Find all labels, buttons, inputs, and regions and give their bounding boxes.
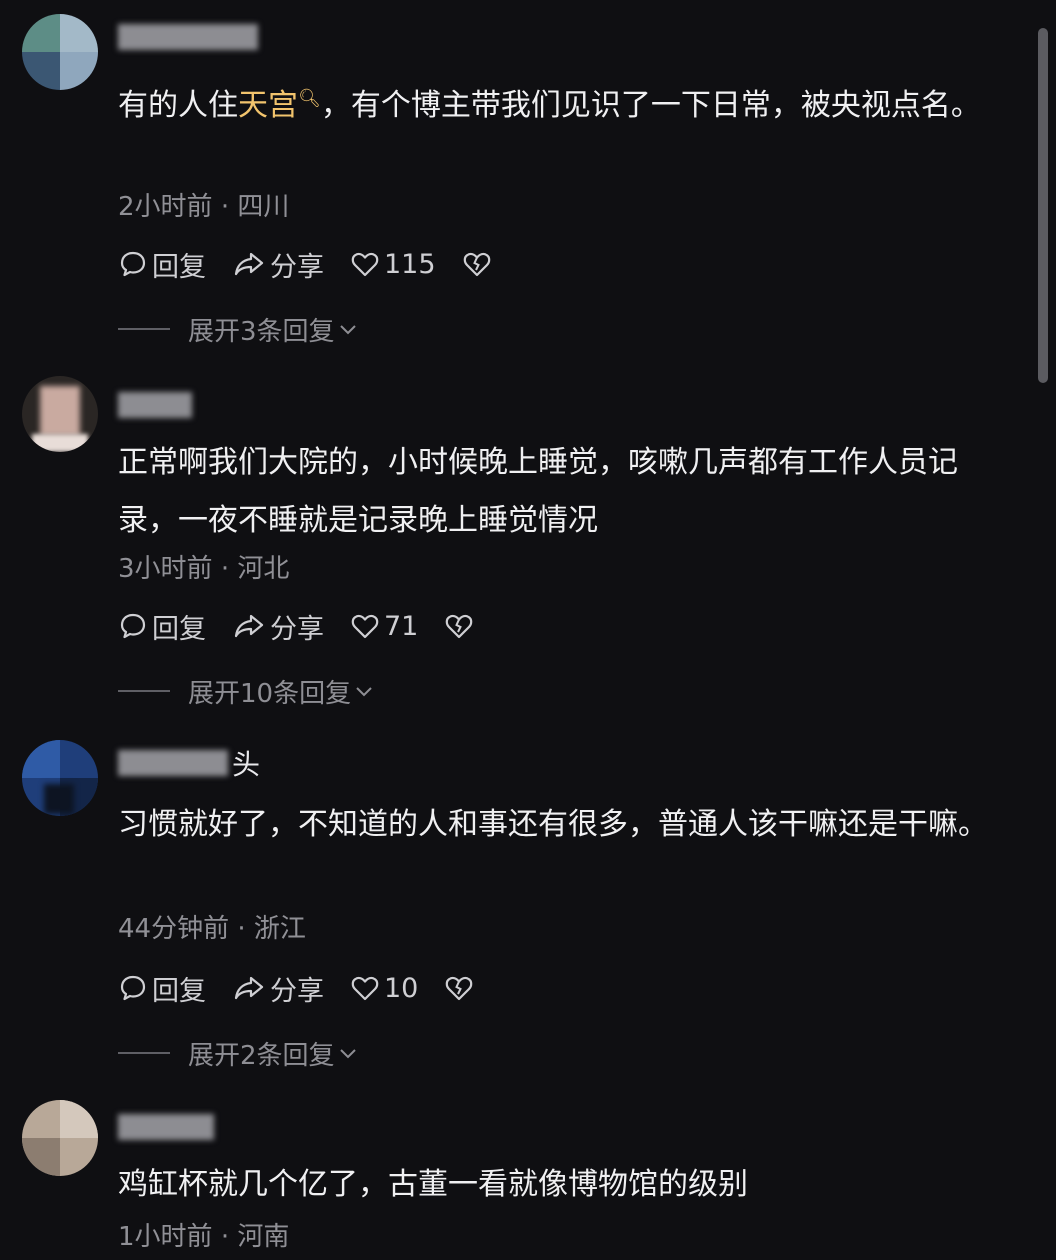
heart-icon	[351, 976, 379, 1001]
comment-meta: 3小时前 · 河北	[118, 548, 289, 585]
username[interactable]	[118, 20, 258, 54]
share-arrow-icon	[234, 976, 264, 1000]
comment-time: 44分钟前	[118, 914, 230, 944]
expand-replies[interactable]: 展开10条回复	[118, 674, 375, 709]
divider-line	[118, 328, 170, 330]
like-button[interactable]: 10	[350, 973, 418, 1004]
like-count: 115	[384, 248, 436, 280]
comment-time: 1小时前	[118, 1222, 213, 1252]
share-arrow-icon	[234, 252, 264, 276]
avatar[interactable]	[22, 14, 98, 90]
username[interactable]	[118, 388, 192, 422]
comment-bubble-icon	[120, 975, 146, 1001]
like-button[interactable]: 115	[350, 249, 436, 280]
username[interactable]	[118, 1110, 214, 1144]
chevron-down-icon	[339, 1049, 356, 1059]
heart-icon	[351, 614, 379, 639]
username-blurred	[118, 750, 228, 776]
comment-bubble-icon	[120, 251, 146, 277]
comment-actions: 回复 分享 115	[118, 244, 522, 284]
avatar[interactable]	[22, 376, 98, 452]
comment-time: 2小时前	[118, 192, 213, 222]
like-count: 10	[384, 972, 419, 1004]
comment-time: 3小时前	[118, 554, 213, 584]
meta-separator: ·	[220, 554, 230, 584]
meta-separator: ·	[220, 192, 230, 222]
broken-heart-icon	[463, 252, 490, 277]
username-visible-part: 头	[232, 748, 261, 781]
like-count: 71	[384, 610, 419, 642]
broken-heart-icon	[446, 614, 473, 639]
username-blurred	[118, 392, 192, 418]
broken-heart-icon	[446, 976, 473, 1001]
reply-button[interactable]: 回复	[118, 607, 206, 646]
chevron-down-icon	[356, 687, 372, 697]
share-button[interactable]: 分享	[232, 245, 324, 284]
reply-button[interactable]: 回复	[118, 245, 206, 284]
comment-meta: 2小时前 · 四川	[118, 186, 289, 223]
comment-actions: 回复 分享 71	[118, 606, 504, 646]
dislike-button[interactable]	[444, 973, 478, 1003]
like-button[interactable]: 71	[350, 611, 418, 642]
scrollbar[interactable]	[1038, 28, 1048, 383]
heart-icon	[351, 252, 379, 277]
comment-text: 有的人住天宫🔍︎，有个博主带我们见识了一下日常，被央视点名。	[118, 88, 981, 123]
expand-replies[interactable]: 展开2条回复	[118, 1036, 359, 1071]
comment-actions: 回复 分享 10	[118, 968, 504, 1008]
chevron-down-icon	[339, 325, 356, 335]
meta-separator: ·	[237, 914, 246, 944]
username-blurred	[118, 1114, 214, 1140]
comment-location: 浙江	[253, 914, 306, 944]
dislike-button[interactable]	[444, 611, 478, 641]
reply-button[interactable]: 回复	[118, 969, 206, 1008]
meta-separator: ·	[220, 1222, 230, 1252]
comment-text: 习惯就好了，不知道的人和事还有很多，普通人该干嘛还是干嘛。	[118, 807, 988, 842]
comment-text: 鸡缸杯就几个亿了，古董一看就像博物馆的级别	[118, 1167, 748, 1202]
search-link[interactable]: 天宫	[238, 88, 298, 123]
comment-text: 正常啊我们大院的，小时候晚上睡觉，咳嗽几声都有工作人员记录，一夜不睡就是记录晚上…	[118, 445, 958, 538]
share-button[interactable]: 分享	[232, 607, 324, 646]
share-button[interactable]: 分享	[232, 969, 324, 1008]
divider-line	[118, 690, 170, 692]
share-arrow-icon	[234, 614, 264, 638]
comment-location: 河北	[237, 554, 290, 584]
avatar[interactable]	[22, 740, 98, 816]
username-blurred	[118, 24, 258, 50]
divider-line	[118, 1052, 170, 1054]
comment-location: 河南	[237, 1222, 290, 1252]
comment-meta: 1小时前 · 河南	[118, 1216, 289, 1253]
comment-bubble-icon	[120, 613, 146, 639]
dislike-button[interactable]	[462, 249, 496, 279]
comment-meta: 44分钟前 · 浙江	[118, 908, 306, 945]
search-icon[interactable]: 🔍︎	[298, 88, 321, 109]
expand-replies[interactable]: 展开3条回复	[118, 312, 359, 347]
comment-location: 四川	[237, 192, 290, 222]
username[interactable]: 头	[118, 746, 261, 781]
avatar[interactable]	[22, 1100, 98, 1176]
